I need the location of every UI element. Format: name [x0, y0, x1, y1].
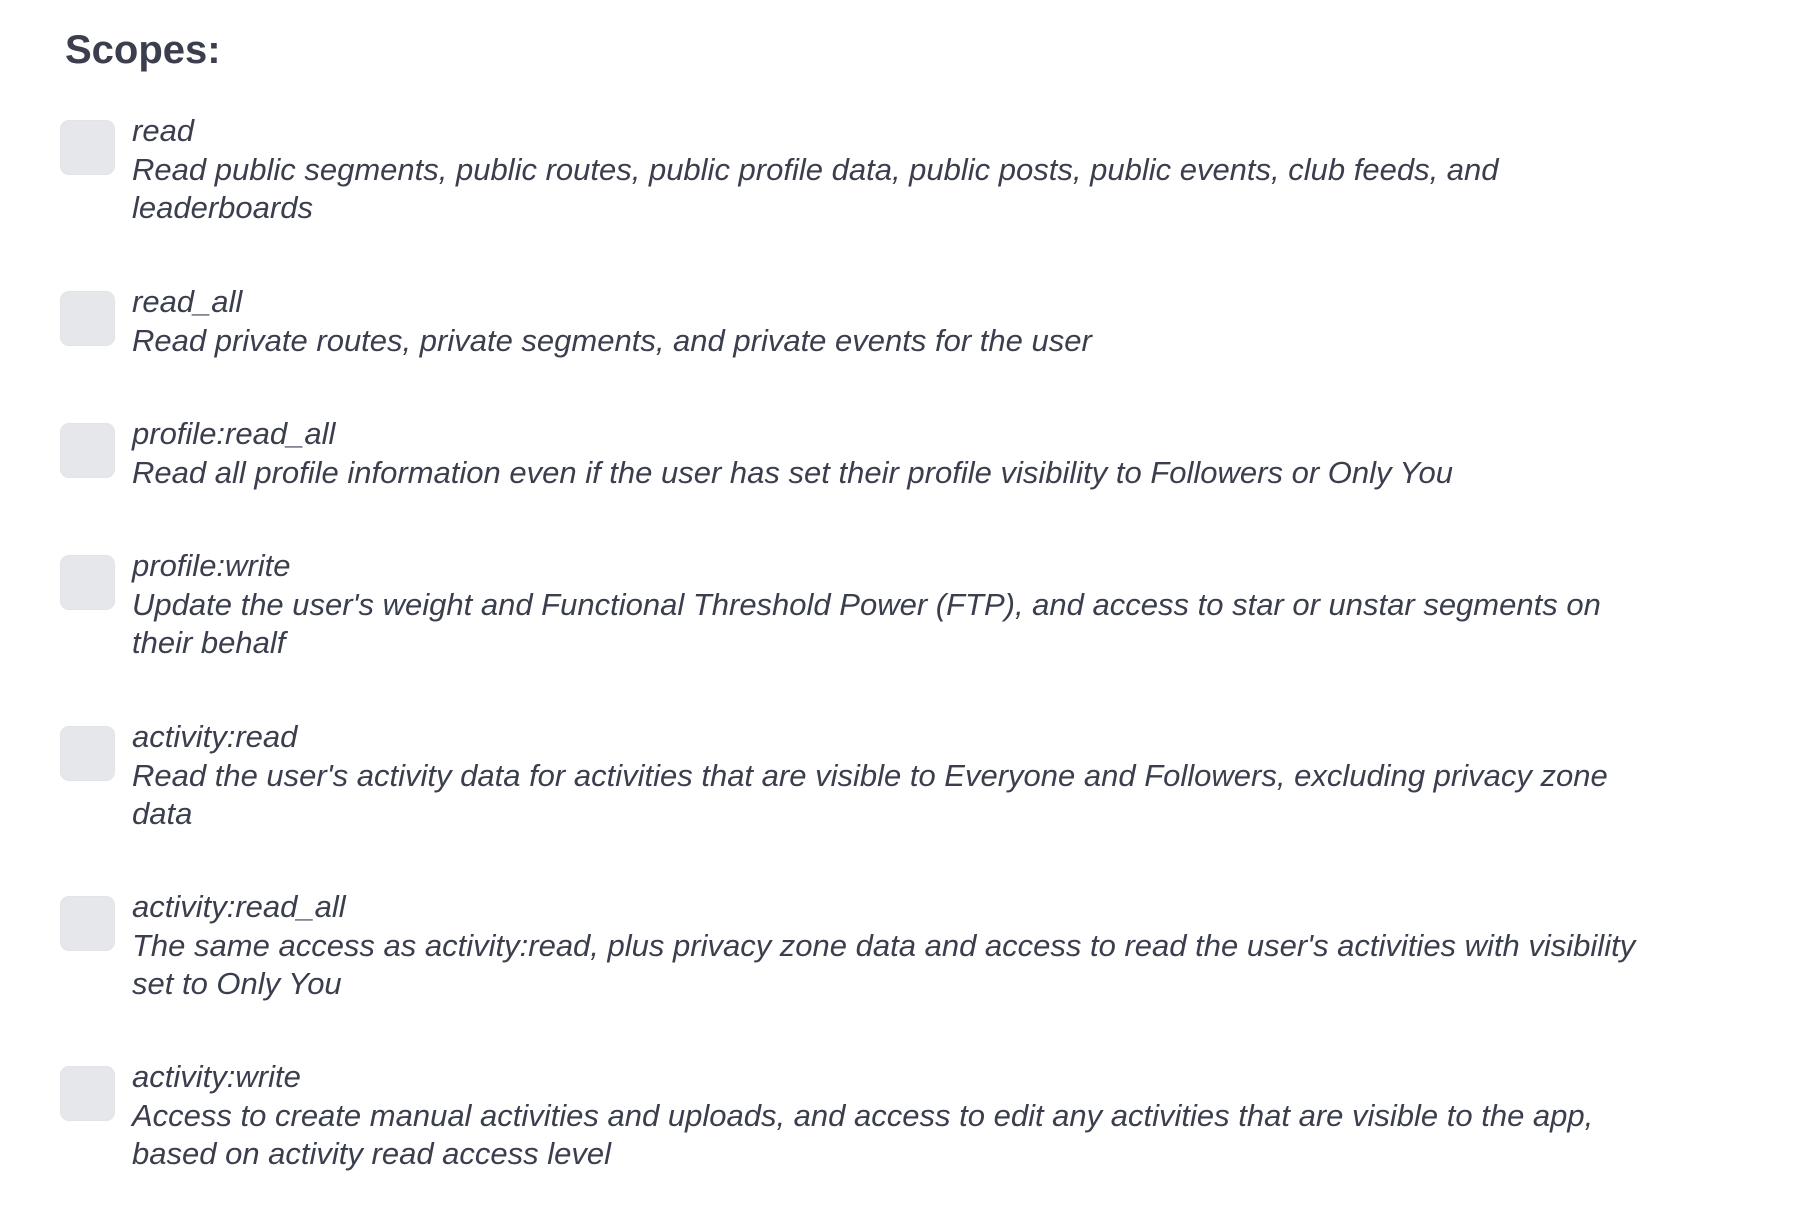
scope-text: activity:read_all The same access as act… — [132, 888, 1652, 1004]
scope-checkbox-profile-write[interactable] — [60, 555, 115, 610]
scope-text: activity:read Read the user's activity d… — [132, 718, 1652, 834]
scope-description: The same access as activity:read, plus p… — [132, 927, 1636, 1002]
scopes-heading: Scopes: — [65, 28, 221, 72]
scopes-panel: Scopes: read Read public segments, publi… — [0, 0, 1804, 1222]
scope-name: profile:write — [132, 548, 291, 583]
scope-checkbox-read[interactable] — [60, 120, 115, 175]
scope-text: read_all Read private routes, private se… — [132, 283, 1652, 360]
scope-name: profile:read_all — [132, 416, 336, 451]
scope-checkbox-activity-read-all[interactable] — [60, 896, 115, 951]
scope-text: profile:write Update the user's weight a… — [132, 547, 1652, 663]
scope-description: Read the user's activity data for activi… — [132, 757, 1608, 832]
scope-name: activity:read_all — [132, 889, 346, 924]
scope-checkbox-profile-read-all[interactable] — [60, 423, 115, 478]
scope-name: activity:read — [132, 719, 298, 754]
scope-description: Read private routes, private segments, a… — [132, 322, 1092, 358]
scope-text: read Read public segments, public routes… — [132, 112, 1652, 228]
scope-description: Update the user's weight and Functional … — [132, 586, 1601, 661]
scope-checkbox-activity-write[interactable] — [60, 1066, 115, 1121]
scope-checkbox-activity-read[interactable] — [60, 726, 115, 781]
scope-name: read_all — [132, 284, 243, 319]
scope-text: activity:write Access to create manual a… — [132, 1058, 1652, 1174]
scope-name: read — [132, 113, 195, 148]
scope-text: profile:read_all Read all profile inform… — [132, 415, 1652, 492]
scope-checkbox-read-all[interactable] — [60, 291, 115, 346]
scope-name: activity:write — [132, 1059, 301, 1094]
scope-description: Read all profile information even if the… — [132, 454, 1453, 490]
scope-description: Read public segments, public routes, pub… — [132, 151, 1499, 226]
scope-description: Access to create manual activities and u… — [132, 1097, 1594, 1172]
